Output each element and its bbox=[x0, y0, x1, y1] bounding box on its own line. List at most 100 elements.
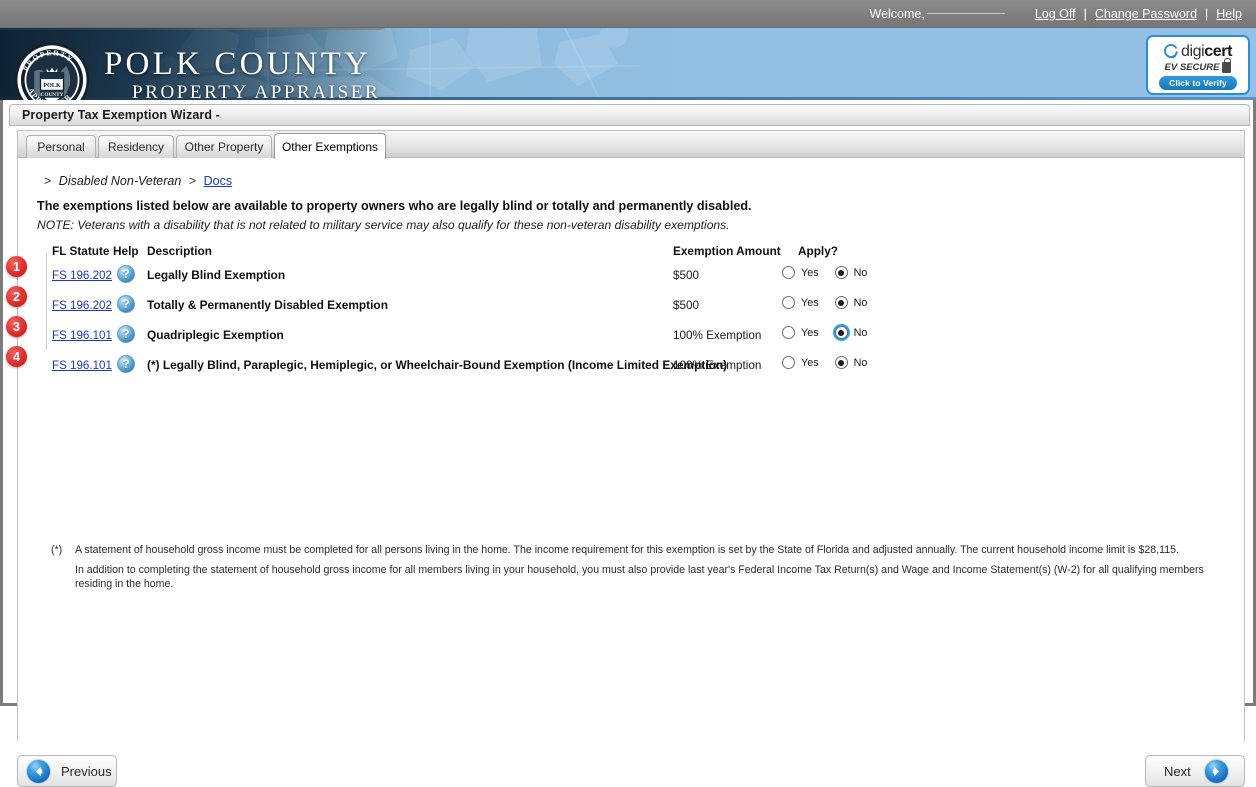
help-icon[interactable]: ? bbox=[117, 265, 135, 283]
tab-content-other-exemptions: > Disabled Non-Veteran > Docs The exempt… bbox=[18, 158, 1244, 741]
annotation-badge-1: 1 bbox=[6, 256, 27, 277]
digicert-brand-row: digicert bbox=[1163, 43, 1232, 61]
breadcrumb-chevron-2: > bbox=[188, 174, 197, 188]
wizard-panel: Personal Residency Other Property Other … bbox=[17, 130, 1245, 741]
help-icon[interactable]: ? bbox=[117, 295, 135, 313]
seal-polk-text: POLK bbox=[43, 82, 61, 89]
digicert-seal-badge[interactable]: digicert EV SECURE Click to Verify bbox=[1146, 35, 1250, 95]
column-header-apply: Apply? bbox=[798, 244, 838, 258]
apply-no-radio-2[interactable] bbox=[834, 296, 848, 309]
breadcrumb-section: Disabled Non-Veteran bbox=[58, 174, 182, 188]
arrow-left-icon bbox=[26, 758, 51, 784]
exemptions-table: FL Statute Help Description Exemption Am… bbox=[18, 244, 1244, 384]
top-utility-links: Welcome, Log Off | Change Password | Hel… bbox=[870, 0, 1243, 28]
tab-strip: Personal Residency Other Property Other … bbox=[18, 131, 1244, 159]
apply-yes-label-2: Yes bbox=[801, 296, 819, 309]
apply-radio-group-1: Yes No bbox=[782, 266, 867, 279]
exemption-description-1: Legally Blind Exemption bbox=[147, 268, 286, 282]
apply-yes-label-3: Yes bbox=[801, 326, 819, 339]
site-banner: POLK COUNTY COUNTY PROPERTY APPRAISER PO… bbox=[0, 28, 1256, 100]
apply-no-label-1: No bbox=[853, 266, 868, 279]
row-group-vertical-rule bbox=[46, 254, 47, 350]
next-button[interactable]: Next bbox=[1145, 755, 1245, 787]
lock-icon bbox=[1222, 57, 1232, 73]
svg-text:COUNTY: COUNTY bbox=[41, 92, 64, 98]
annotation-badge-4: 4 bbox=[6, 346, 27, 367]
apply-radio-group-3: Yes No bbox=[782, 326, 867, 339]
top-utility-bar: Welcome, Log Off | Change Password | Hel… bbox=[0, 0, 1256, 28]
breadcrumb-chevron-1: > bbox=[44, 174, 52, 188]
digicert-verify-button[interactable]: Click to Verify bbox=[1159, 75, 1237, 90]
table-row: FS 196.101 ? Quadriplegic Exemption 100%… bbox=[18, 324, 1244, 354]
apply-radio-group-2: Yes No bbox=[782, 296, 867, 309]
next-button-label: Next bbox=[1164, 763, 1191, 779]
welcome-username-redacted bbox=[926, 12, 1005, 14]
tab-other-property[interactable]: Other Property bbox=[176, 135, 272, 158]
apply-yes-radio-3[interactable] bbox=[782, 326, 795, 339]
table-row: FS 196.202 ? Totally & Permanently Disab… bbox=[18, 294, 1244, 324]
column-header-help: Help bbox=[113, 244, 139, 258]
statute-link-2[interactable]: FS 196.202 bbox=[52, 299, 112, 312]
previous-button-label: Previous bbox=[61, 763, 112, 779]
statute-link-4[interactable]: FS 196.101 bbox=[52, 359, 112, 372]
exemption-description-4: (*) Legally Blind, Paraplegic, Hemiplegi… bbox=[147, 358, 728, 372]
apply-no-label-3: No bbox=[853, 326, 868, 339]
annotation-badge-2: 2 bbox=[6, 286, 27, 307]
brand-title-main: POLK COUNTY bbox=[104, 46, 372, 82]
apply-no-radio-1[interactable] bbox=[834, 266, 848, 279]
brand-title-sub: PROPERTY APPRAISER bbox=[132, 82, 381, 100]
statute-link-3[interactable]: FS 196.101 bbox=[52, 329, 112, 342]
tab-personal[interactable]: Personal bbox=[26, 135, 96, 158]
table-header-row: FL Statute Help Description Exemption Am… bbox=[18, 244, 1244, 264]
help-icon[interactable]: ? bbox=[117, 355, 135, 373]
apply-no-radio-3[interactable] bbox=[834, 326, 848, 339]
exemption-amount-1: $500 bbox=[673, 269, 700, 282]
column-header-statute: FL Statute bbox=[52, 244, 110, 258]
exemption-amount-2: $500 bbox=[673, 299, 700, 312]
apply-yes-radio-1[interactable] bbox=[782, 266, 795, 279]
exemption-amount-4: 100% Exemption bbox=[673, 359, 762, 372]
previous-button[interactable]: Previous bbox=[17, 755, 117, 787]
digicert-swirl-icon bbox=[1163, 44, 1178, 59]
footnote-paragraph-1: A statement of household gross income mu… bbox=[75, 544, 1179, 556]
apply-yes-label-1: Yes bbox=[801, 266, 819, 279]
separator-1: | bbox=[1083, 7, 1087, 21]
apply-radio-group-4: Yes No bbox=[782, 356, 867, 369]
tab-other-exemptions[interactable]: Other Exemptions bbox=[274, 133, 386, 159]
annotation-badge-3: 3 bbox=[6, 316, 27, 337]
apply-yes-radio-4[interactable] bbox=[782, 356, 795, 369]
exemption-description-2: Totally & Permanently Disabled Exemption bbox=[147, 298, 388, 312]
intro-heading: The exemptions listed below are availabl… bbox=[37, 199, 752, 213]
change-password-link[interactable]: Change Password bbox=[1095, 7, 1197, 21]
brand-title-block: POLK COUNTY PROPERTY APPRAISER bbox=[104, 46, 380, 100]
apply-no-radio-4[interactable] bbox=[834, 356, 848, 369]
welcome-label: Welcome, bbox=[869, 7, 925, 21]
apply-no-label-4: No bbox=[853, 356, 868, 369]
intro-note: NOTE: Veterans with a disability that is… bbox=[37, 218, 730, 232]
digicert-subtitle: EV SECURE bbox=[1164, 61, 1220, 73]
help-link[interactable]: Help bbox=[1216, 7, 1242, 21]
page-title: Property Tax Exemption Wizard - bbox=[22, 108, 220, 122]
column-header-description: Description bbox=[147, 244, 212, 258]
statute-link-1[interactable]: FS 196.202 bbox=[52, 269, 112, 282]
wizard-title-bar: Property Tax Exemption Wizard - bbox=[9, 104, 1250, 126]
tab-residency[interactable]: Residency bbox=[98, 135, 174, 158]
apply-no-label-2: No bbox=[853, 296, 868, 309]
footnote-paragraph-2: In addition to completing the statement … bbox=[75, 564, 1204, 591]
page-frame: Property Tax Exemption Wizard - Personal… bbox=[0, 100, 1256, 787]
breadcrumb-docs-link[interactable]: Docs bbox=[204, 174, 232, 188]
exemption-description-3: Quadriplegic Exemption bbox=[147, 328, 284, 342]
exemption-amount-3: 100% Exemption bbox=[673, 329, 762, 342]
table-row: FS 196.202 ? Legally Blind Exemption $50… bbox=[18, 264, 1244, 294]
column-header-amount: Exemption Amount bbox=[673, 244, 781, 258]
separator-2: | bbox=[1205, 7, 1209, 21]
arrow-right-icon bbox=[1203, 758, 1229, 784]
county-seal-logo: POLK COUNTY COUNTY PROPERTY APPRAISER bbox=[14, 42, 90, 100]
table-row: FS 196.101 ? (*) Legally Blind, Parapleg… bbox=[18, 354, 1244, 384]
apply-yes-radio-2[interactable] bbox=[782, 296, 795, 309]
log-off-link[interactable]: Log Off bbox=[1035, 7, 1076, 21]
breadcrumb: > Disabled Non-Veteran > Docs bbox=[40, 174, 232, 188]
help-icon[interactable]: ? bbox=[117, 325, 135, 343]
digicert-subtitle-row: EV SECURE bbox=[1164, 57, 1232, 73]
footnote-marker: (*) bbox=[51, 544, 63, 556]
